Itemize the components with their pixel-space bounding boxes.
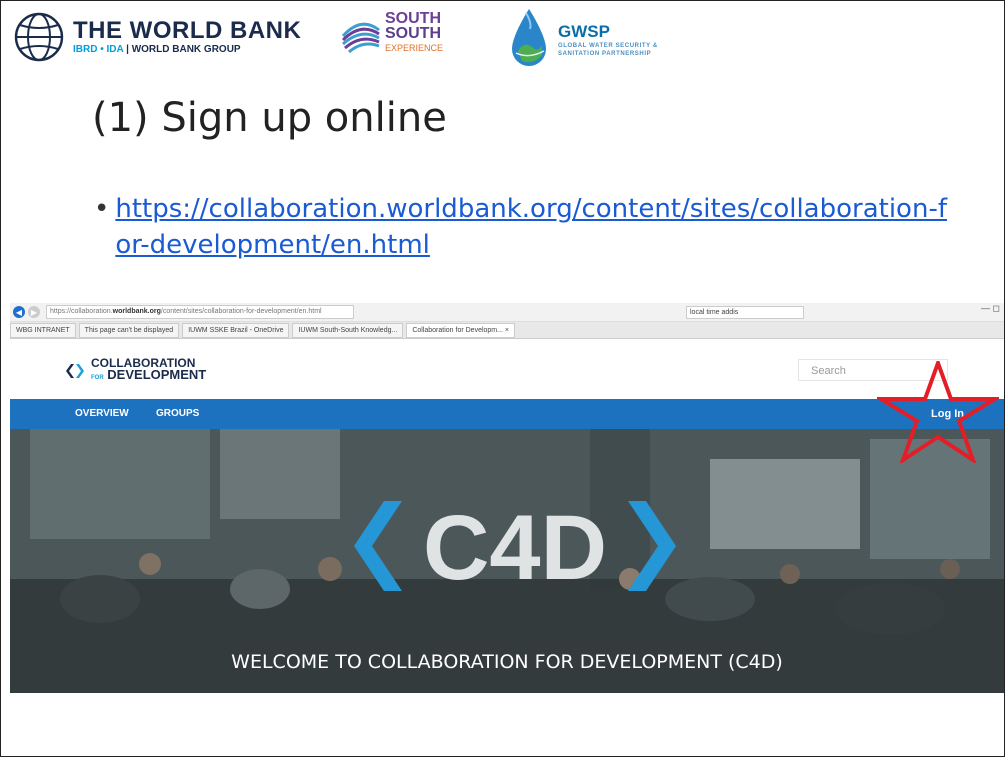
url-path: /content/sites/collaboration-for-develop… xyxy=(160,308,322,315)
slide: THE WORLD BANK IBRD • IDA | WORLD BANK G… xyxy=(0,0,1005,757)
south-south-experience: EXPERIENCE xyxy=(385,43,444,53)
south-south-swirl-icon xyxy=(341,22,380,53)
back-arrow-icon[interactable]: ◀ xyxy=(13,306,25,318)
browser-tab[interactable]: IUWM South-South Knowledg... xyxy=(292,322,404,338)
gwsp-logo: GWSP GLOBAL WATER SECURITY & SANITATION … xyxy=(504,7,668,73)
world-bank-title: THE WORLD BANK xyxy=(73,17,302,44)
world-bank-group: WORLD BANK GROUP xyxy=(131,44,241,55)
c4d-hero-logo: C4D xyxy=(354,497,676,599)
welcome-heading: WELCOME TO COLLABORATION FOR DEVELOPMENT… xyxy=(231,651,783,673)
bullet-marker: • xyxy=(94,194,110,224)
world-bank-globe-icon xyxy=(14,12,64,62)
browser-tab[interactable]: This page can't be displayed xyxy=(78,322,180,338)
bullet-item: • https://collaboration.worldbank.org/co… xyxy=(94,191,974,263)
browser-tab[interactable]: IUWM SSKE Brazil - OneDrive xyxy=(182,322,290,338)
browser-tab-active[interactable]: Collaboration for Developm... × xyxy=(406,322,515,338)
browser-screenshot: ◀ ▶ https://collaboration.worldbank.org/… xyxy=(10,303,1004,709)
browser-address-bar: ◀ ▶ https://collaboration.worldbank.org/… xyxy=(10,303,1004,322)
hero-banner: C4D WELCOME TO COLLABORATION FOR DEVELOP… xyxy=(10,429,1004,693)
nav-overview[interactable]: OVERVIEW xyxy=(75,399,129,429)
slide-title: (1) Sign up online xyxy=(92,95,447,141)
c4d-mark-icon xyxy=(66,363,84,378)
south-south-line2: SOUTH xyxy=(385,25,441,42)
url-domain: worldbank.org xyxy=(112,308,161,315)
forward-arrow-icon[interactable]: ▶ xyxy=(28,306,40,318)
signup-url-link[interactable]: https://collaboration.worldbank.org/cont… xyxy=(115,191,950,263)
url-prefix: https://collaboration. xyxy=(50,308,113,315)
c4d-site-logo[interactable]: COLLABORATION FOR DEVELOPMENT xyxy=(64,357,206,384)
site-nav-bar: OVERVIEW GROUPS Log In xyxy=(10,399,1004,429)
nav-groups[interactable]: GROUPS xyxy=(156,399,199,429)
window-controls[interactable]: — ◻ xyxy=(981,303,1000,314)
world-bank-separator: | xyxy=(123,44,132,55)
c4d-logo-for: FOR xyxy=(91,375,104,381)
south-south-logo: SOUTH SOUTH EXPERIENCE xyxy=(339,11,443,56)
c4d-hero-text: C4D xyxy=(423,497,607,599)
url-input[interactable]: https://collaboration.worldbank.org/cont… xyxy=(46,305,354,319)
gwsp-subtitle: GLOBAL WATER SECURITY & SANITATION PARTN… xyxy=(558,43,658,57)
browser-tabs: WBG INTRANET This page can't be displaye… xyxy=(10,322,1004,339)
browser-tab[interactable]: WBG INTRANET xyxy=(10,322,76,338)
browser-search-input[interactable]: local time addis xyxy=(686,306,804,319)
world-bank-logo: THE WORLD BANK IBRD • IDA | WORLD BANK G… xyxy=(13,11,301,63)
gwsp-title: GWSP xyxy=(558,22,610,41)
gwsp-drop-icon xyxy=(512,9,546,66)
south-south-line1: SOUTH xyxy=(385,10,441,27)
world-bank-ibrd-ida: IBRD • IDA xyxy=(73,44,124,55)
red-star-icon xyxy=(877,361,999,463)
site-header: COLLABORATION FOR DEVELOPMENT Search xyxy=(10,339,1004,399)
c4d-logo-line2: DEVELOPMENT xyxy=(107,367,207,382)
